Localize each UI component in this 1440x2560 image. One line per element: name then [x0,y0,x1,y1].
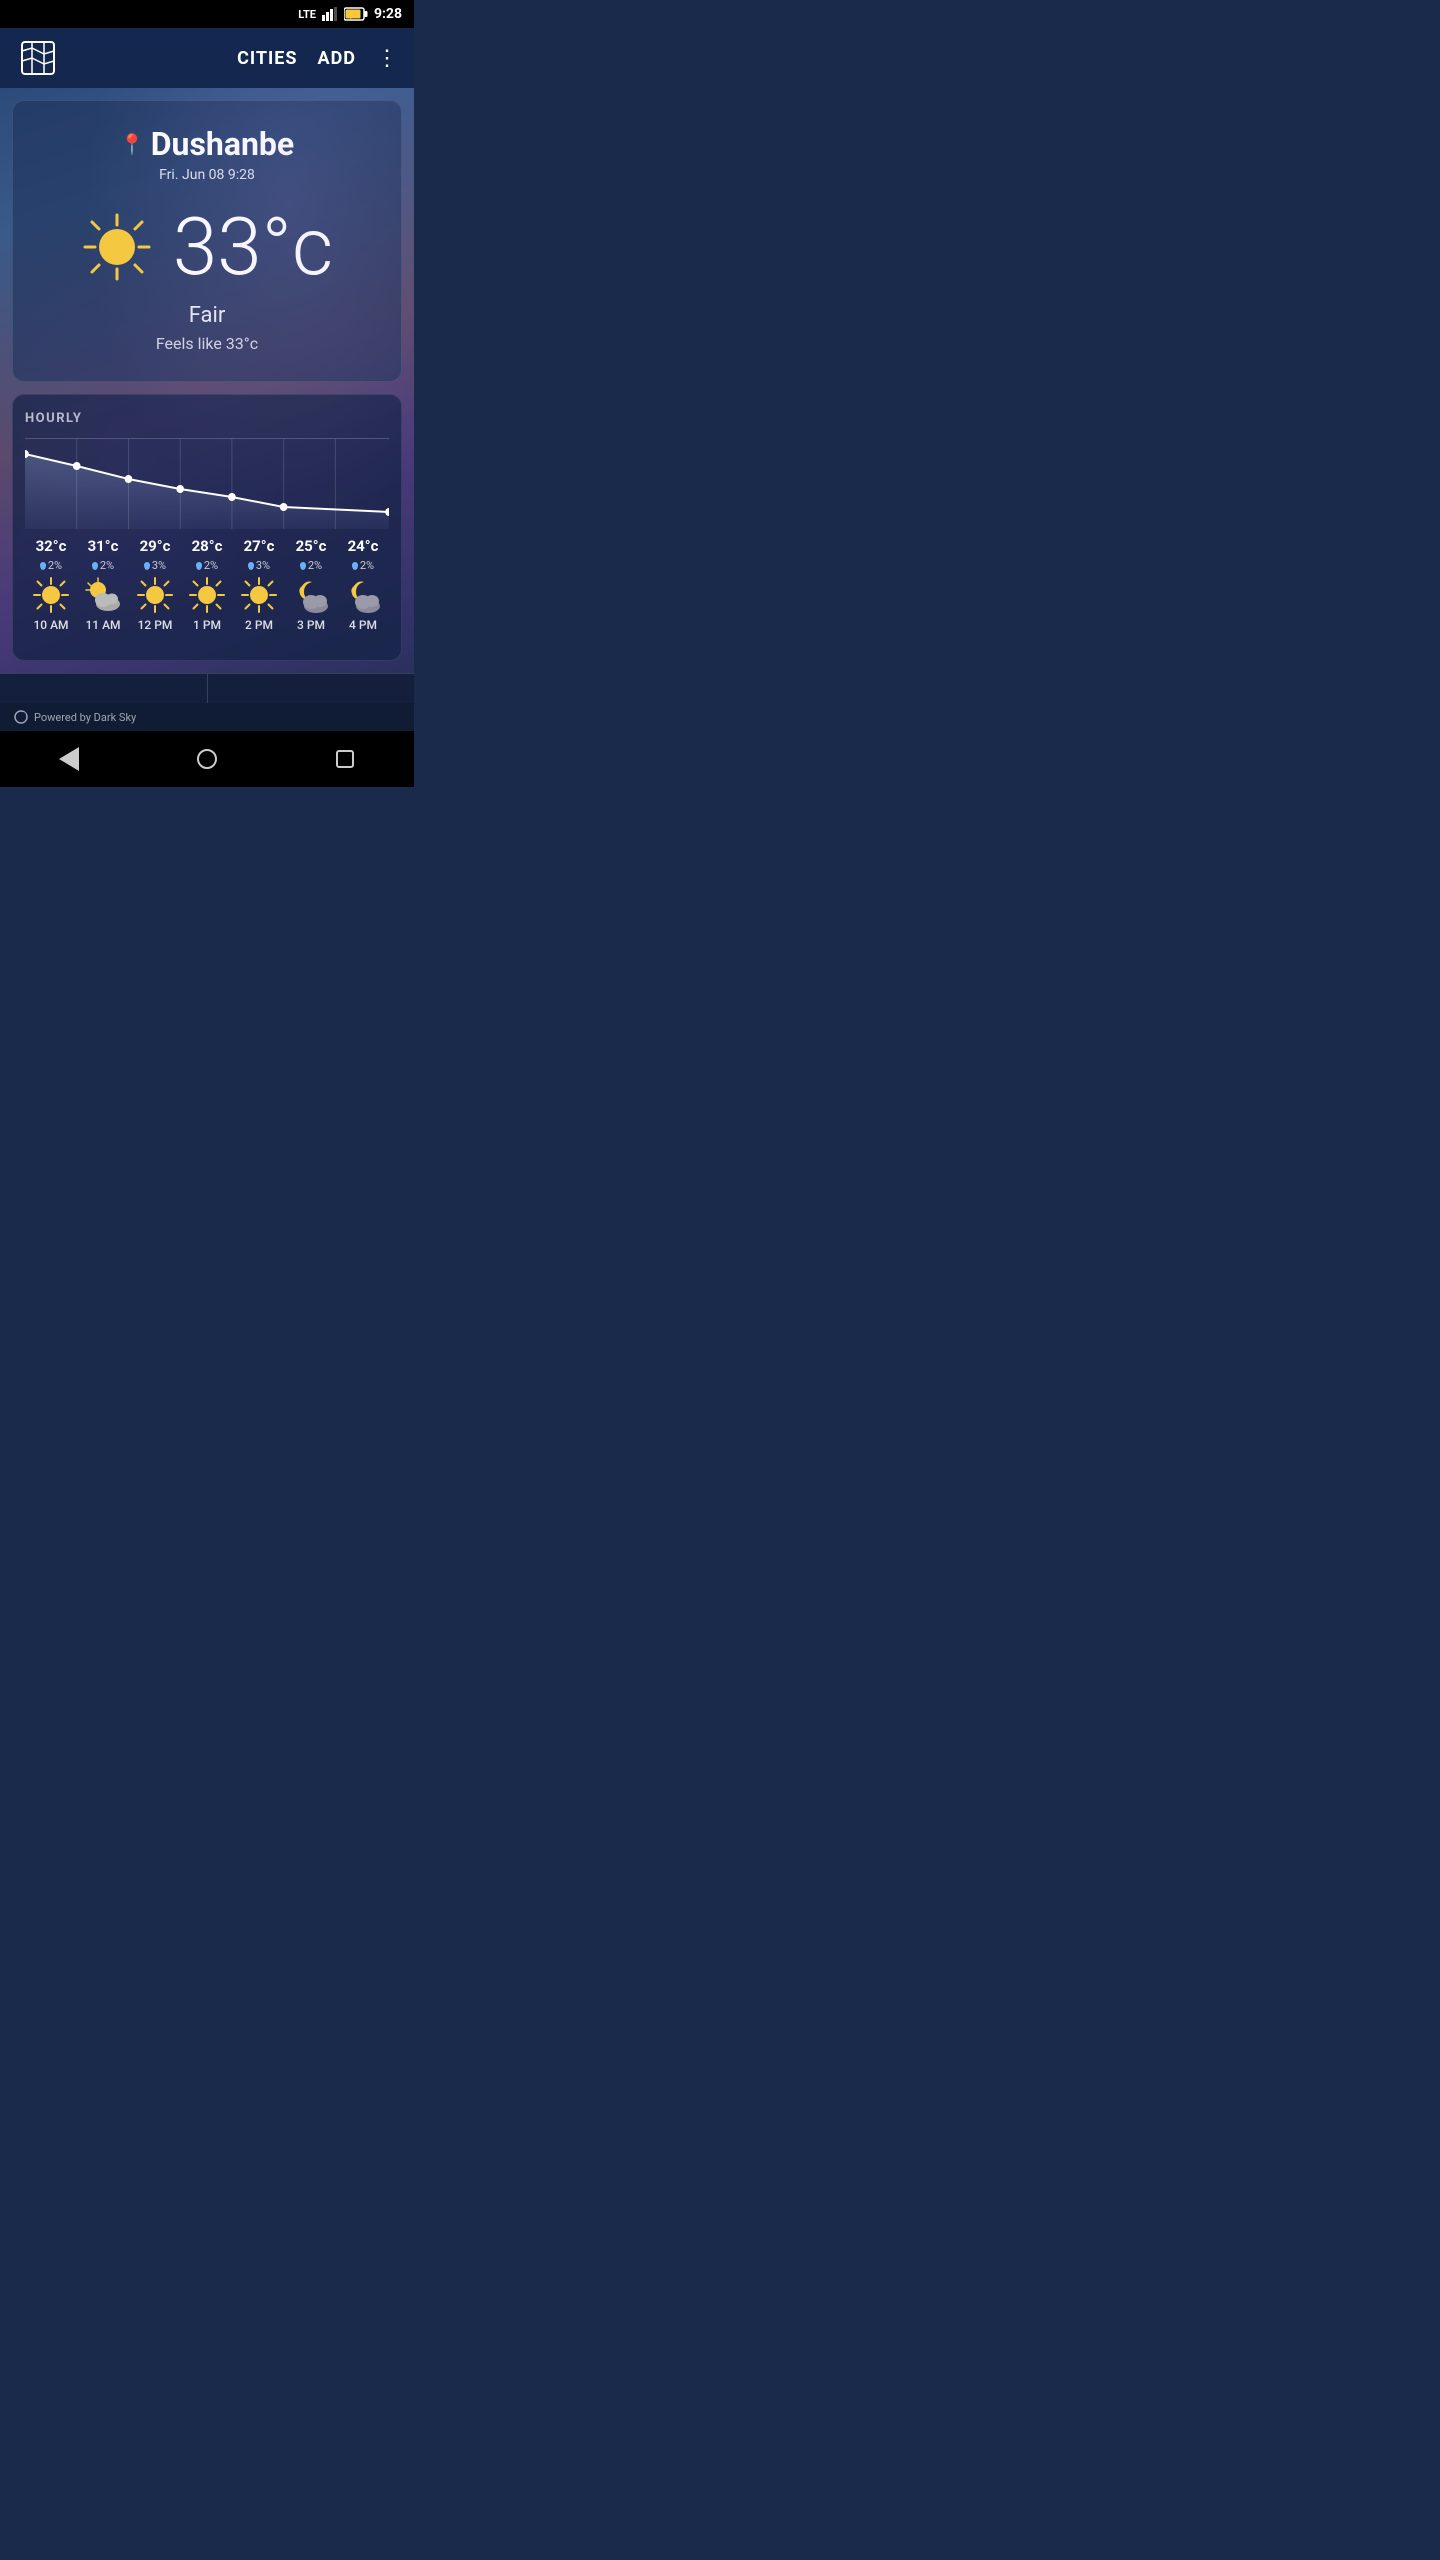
hourly-weather-icon [84,576,122,614]
hourly-weather-icon [240,576,278,614]
hourly-temp: 32°c [36,537,67,555]
hourly-items-list: 32°c 2% 10 AM31°c 2% 11 AM29°c [25,529,389,640]
hourly-item: 24°c 2% 4 PM [337,529,389,640]
hourly-temp: 24°c [348,537,379,555]
hourly-precip: 3% [248,559,270,572]
recents-icon [336,750,354,768]
darksky-icon [14,710,28,724]
hourly-weather-icon [344,576,382,614]
hourly-item: 32°c 2% 10 AM [25,529,77,640]
hourly-item: 29°c 3% 12 PM [129,529,181,640]
hourly-temp: 27°c [244,537,275,555]
hourly-item: 28°c 2% 1 PM [181,529,233,640]
svg-text:⚡: ⚡ [348,11,357,20]
hourly-time: 1 PM [193,618,221,632]
hourly-time: 2 PM [245,618,273,632]
add-button[interactable]: ADD [318,48,357,69]
current-weather-card: 📍 Dushanbe Fri. Jun 08 9:28 [12,100,402,382]
current-datetime: Fri. Jun 08 9:28 [33,167,381,183]
hourly-section-label: HOURLY [25,411,389,426]
home-icon [197,749,217,769]
hourly-time: 11 AM [85,618,120,632]
hourly-precip: 2% [196,559,218,572]
lte-indicator: LTE [298,8,316,21]
hourly-weather-icon [188,576,226,614]
feels-like-text: Feels like 33°c [33,334,381,353]
hourly-temp: 31°c [88,537,119,555]
cities-button[interactable]: CITIES [237,48,297,69]
hourly-time: 4 PM [349,618,377,632]
home-button[interactable] [192,744,222,774]
hourly-forecast-card: HOURLY [12,394,402,661]
powered-by-bar: Powered by Dark Sky [0,703,414,731]
back-icon [59,747,79,771]
back-button[interactable] [54,744,84,774]
signal-icon [322,7,338,21]
status-bar: LTE ⚡ 9:28 [0,0,414,28]
hourly-precip: 2% [92,559,114,572]
location-pin-icon: 📍 [120,132,145,156]
map-icon-button[interactable] [16,36,60,80]
hourly-item: 31°c 2% 11 AM [77,529,129,640]
hourly-weather-icon [32,576,70,614]
hourly-precip: 2% [352,559,374,572]
hourly-weather-icon [136,576,174,614]
weather-condition-icon [81,211,153,283]
hourly-item: 27°c 3% 2 PM [233,529,285,640]
weather-background: 📍 Dushanbe Fri. Jun 08 9:28 [0,88,414,673]
weather-condition-text: Fair [33,303,381,328]
hourly-time: 3 PM [297,618,325,632]
powered-by-text: Powered by Dark Sky [34,711,136,724]
page-indicator-2 [208,674,415,703]
more-menu-button[interactable]: ⋮ [376,46,398,71]
recents-button[interactable] [330,744,360,774]
map-icon [19,39,57,77]
battery-icon: ⚡ [344,7,368,21]
page-indicator-1 [0,674,208,703]
temperature-display: 33°c [173,207,333,287]
page-indicator-strip [0,673,414,703]
hourly-temp: 25°c [296,537,327,555]
hourly-temp: 29°c [140,537,171,555]
hourly-item: 25°c 2% 3 PM [285,529,337,640]
hourly-precip: 2% [40,559,62,572]
hourly-time: 10 AM [33,618,68,632]
top-navigation: CITIES ADD ⋮ [0,28,414,88]
hourly-precip: 3% [144,559,166,572]
hourly-precip: 2% [300,559,322,572]
city-name: Dushanbe [151,125,294,163]
hourly-chart [25,439,389,529]
android-navigation-bar[interactable] [0,731,414,787]
status-time: 9:28 [374,6,402,22]
hourly-temp: 28°c [192,537,223,555]
hourly-weather-icon [292,576,330,614]
hourly-time: 12 PM [138,618,173,632]
